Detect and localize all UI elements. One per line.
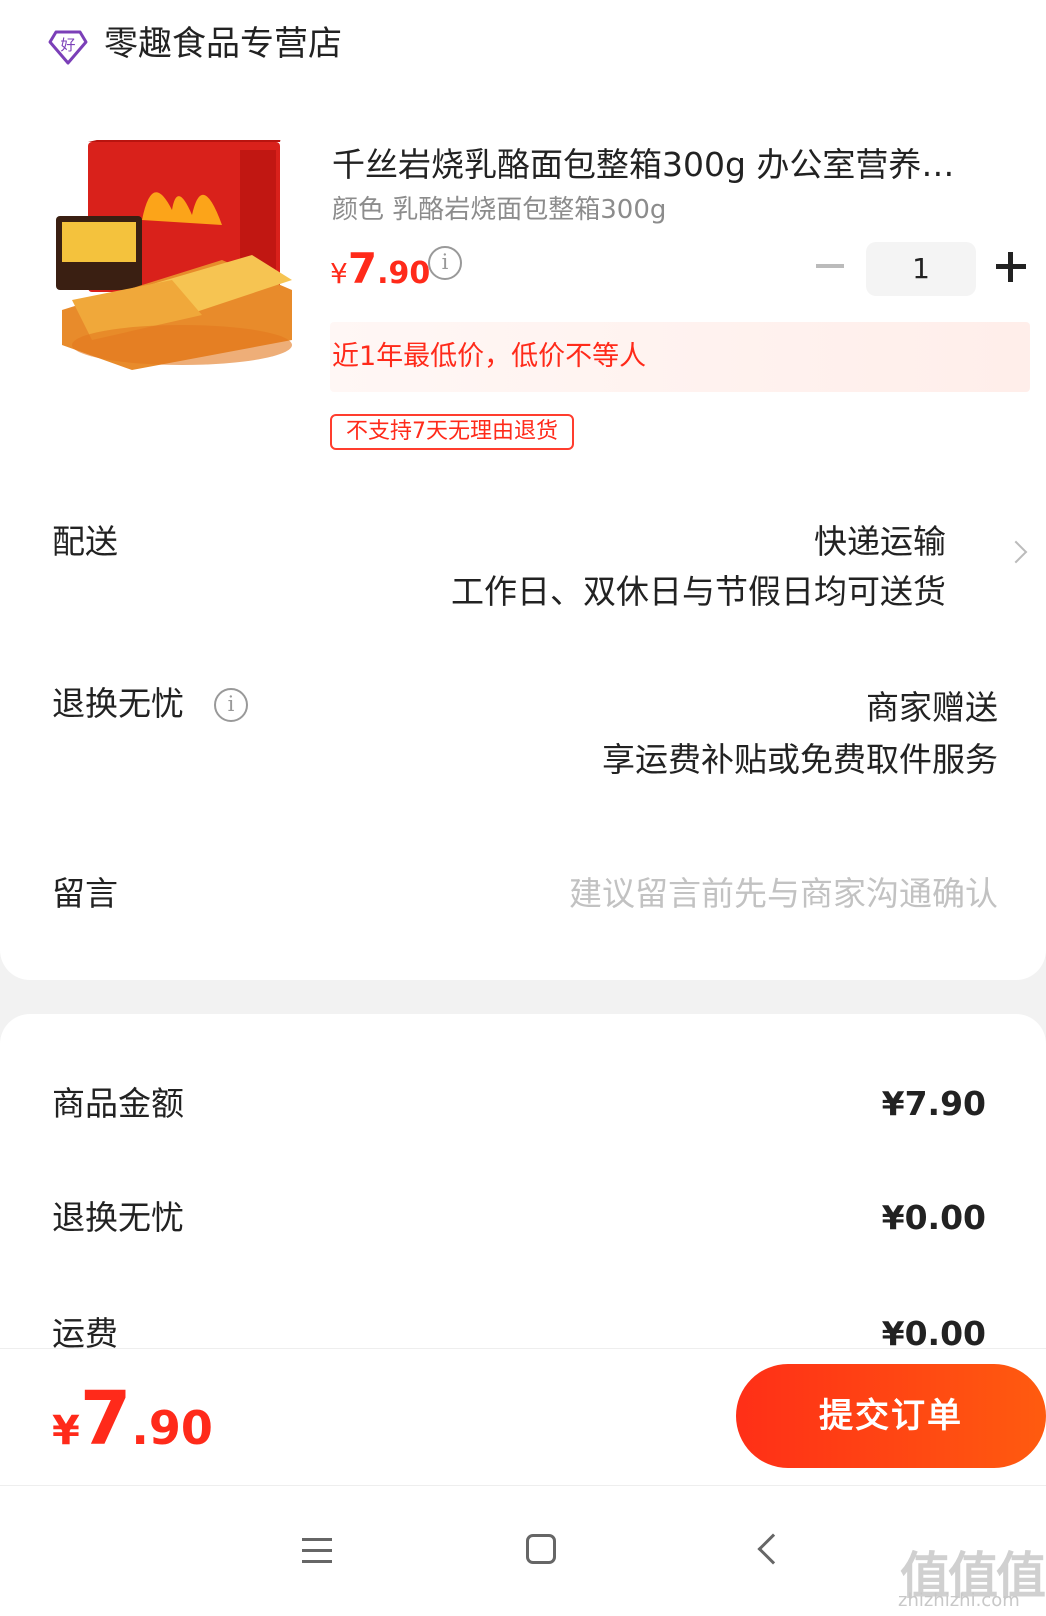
- summary-item-value: ¥7.90: [881, 1084, 986, 1123]
- unit-price: ¥7.90: [330, 244, 431, 293]
- product-image[interactable]: [52, 140, 300, 380]
- product-title[interactable]: 千丝岩烧乳酪面包整箱300g 办公室营养…: [332, 142, 1012, 188]
- store-badge-icon: 好: [48, 30, 88, 65]
- watermark-url: zhizhizhi.com: [898, 1590, 1020, 1611]
- delivery-detail[interactable]: 工作日、双休日与节假日均可送货: [451, 568, 946, 616]
- summary-item-value: ¥0.00: [881, 1198, 986, 1237]
- delivery-label: 配送: [52, 522, 118, 561]
- quantity-minus-button[interactable]: [816, 264, 844, 268]
- product-variant[interactable]: 颜色 乳酪岩烧面包整箱300g: [332, 190, 666, 230]
- system-nav-bar: [0, 1486, 1046, 1616]
- home-icon[interactable]: [526, 1534, 556, 1564]
- message-input[interactable]: 建议留言前先与商家沟通确认: [569, 870, 998, 918]
- total-price: ¥7.90: [52, 1376, 213, 1462]
- submit-order-button[interactable]: 提交订单: [736, 1364, 1046, 1468]
- back-icon[interactable]: [757, 1533, 789, 1565]
- summary-item-label: 商品金额: [52, 1084, 184, 1123]
- summary-item-label: 退换无忧: [52, 1198, 184, 1237]
- returns-value: 商家赠送: [866, 688, 998, 727]
- store-name[interactable]: 零趣食品专营店: [104, 20, 342, 68]
- delivery-method[interactable]: 快递运输: [814, 518, 946, 566]
- no-return-tag: 不支持7天无理由退货: [330, 414, 574, 450]
- quantity-input[interactable]: 1: [866, 242, 976, 296]
- returns-detail: 享运费补贴或免费取件服务: [602, 740, 998, 779]
- message-label: 留言: [52, 874, 118, 913]
- returns-label: 退换无忧: [52, 684, 184, 723]
- returns-info-icon[interactable]: i: [214, 688, 248, 722]
- menu-icon[interactable]: [302, 1538, 332, 1564]
- price-info-icon[interactable]: i: [428, 246, 462, 280]
- quantity-plus-button[interactable]: [996, 252, 1026, 282]
- lowest-price-banner: 近1年最低价，低价不等人: [330, 322, 1030, 392]
- svg-text:好: 好: [60, 36, 75, 54]
